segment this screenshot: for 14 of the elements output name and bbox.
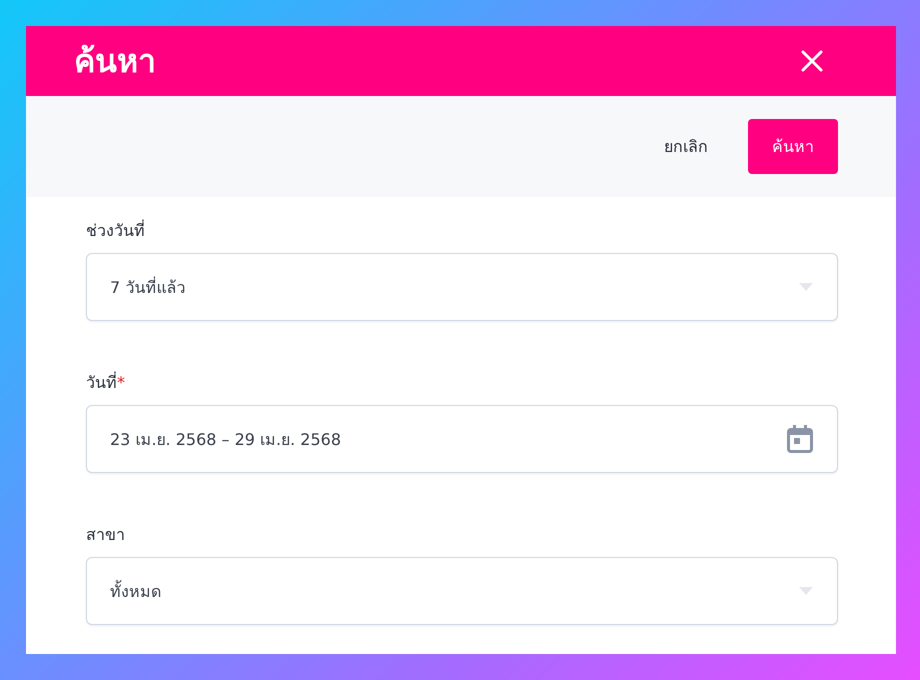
select-field[interactable]: ทั้งหมด bbox=[86, 557, 838, 625]
dialog-title: ค้นหา bbox=[74, 42, 156, 80]
required-mark: * bbox=[117, 372, 125, 394]
field-label: ช่วงวันที่ bbox=[86, 219, 145, 242]
select-field[interactable]: 7 วันที่แล้ว bbox=[86, 253, 838, 321]
caret-icon bbox=[799, 587, 813, 595]
close-icon bbox=[800, 49, 824, 73]
cancel-button[interactable]: ยกเลิก bbox=[648, 119, 724, 174]
calendar-icon bbox=[787, 425, 813, 453]
search-button[interactable]: ค้นหา bbox=[748, 119, 838, 174]
date-range-field[interactable]: 23 เม.ย. 2568 – 29 เม.ย. 2568 bbox=[86, 405, 838, 473]
caret-icon bbox=[799, 283, 813, 291]
field-label: วันที่ bbox=[86, 371, 117, 394]
field-label: สาขา bbox=[86, 524, 125, 546]
